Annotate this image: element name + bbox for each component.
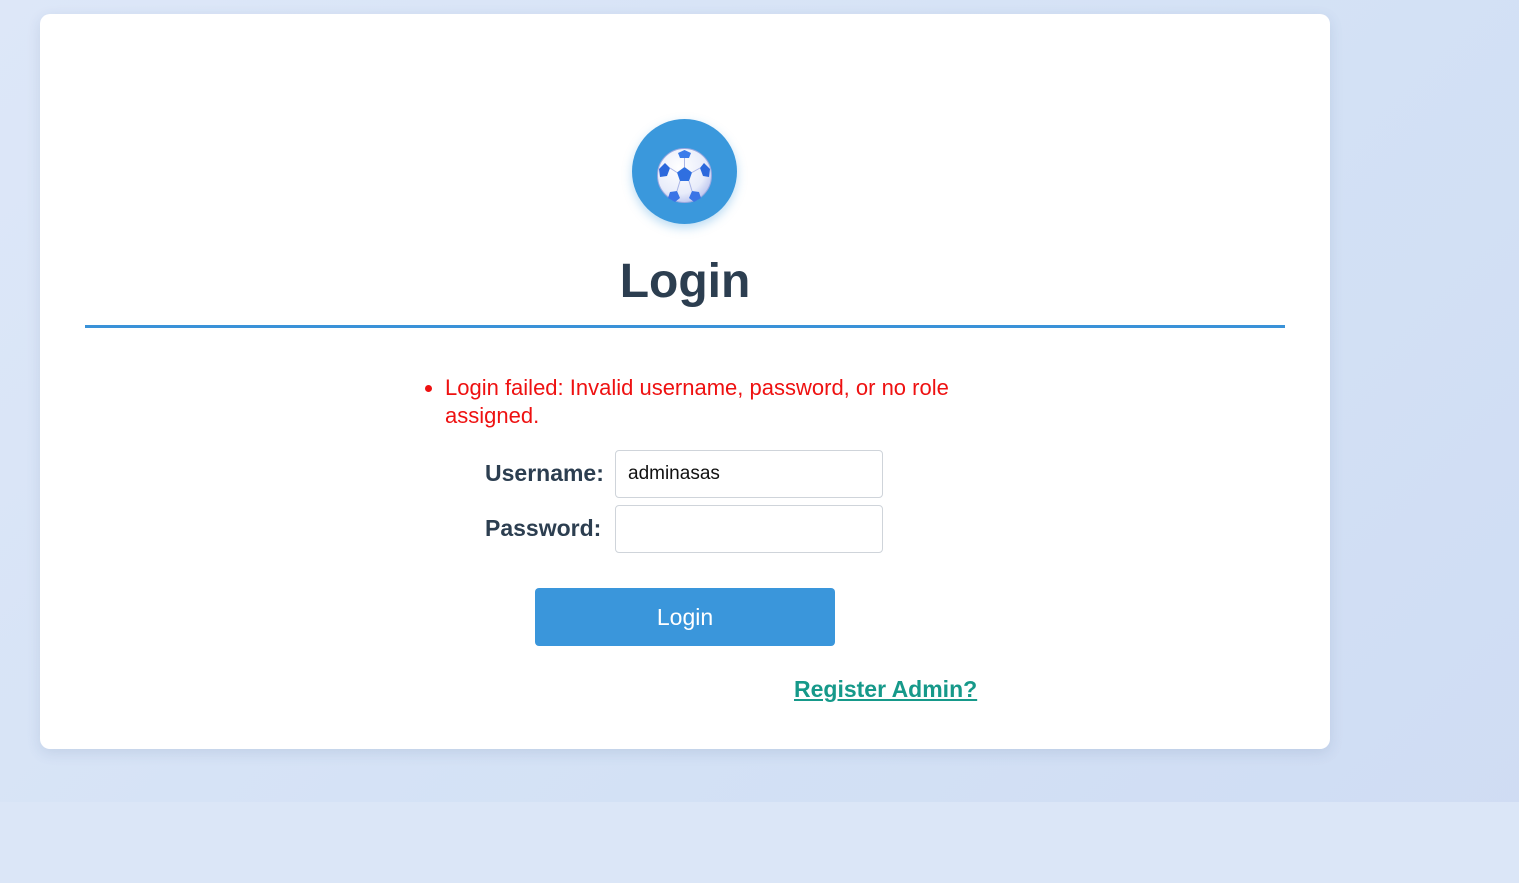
password-label: Password:	[485, 515, 602, 541]
login-button[interactable]: Login	[535, 588, 835, 646]
login-card: Login Login failed: Invalid username, pa…	[40, 14, 1330, 749]
error-list: Login failed: Invalid username, password…	[425, 374, 985, 430]
error-message: Login failed: Invalid username, password…	[445, 374, 985, 430]
logo	[632, 119, 737, 224]
register-admin-link[interactable]: Register Admin?	[794, 676, 977, 703]
title-divider	[85, 325, 1285, 328]
page-footer-band	[0, 802, 1519, 883]
username-input[interactable]	[615, 450, 883, 498]
page-title: Login	[619, 255, 751, 308]
soccer-ball-icon	[657, 148, 712, 203]
username-label: Username:	[485, 460, 604, 486]
password-input[interactable]	[615, 505, 883, 553]
